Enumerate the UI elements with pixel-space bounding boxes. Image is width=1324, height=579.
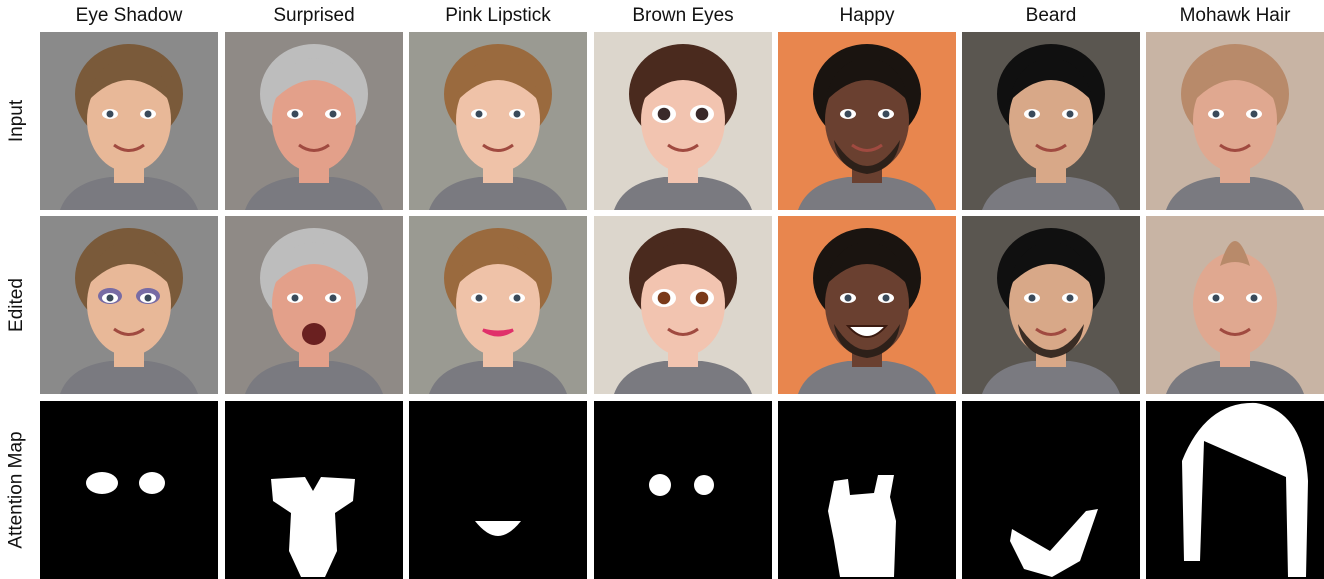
edited-image [962, 216, 1140, 394]
attention-image [962, 401, 1140, 579]
eye-iris [695, 107, 709, 121]
input-image [594, 32, 772, 210]
eye-iris [1028, 110, 1036, 118]
eye-iris [144, 110, 152, 118]
attention-image [225, 401, 403, 579]
eye-iris [106, 294, 114, 302]
face [1193, 252, 1277, 356]
eye-iris [1250, 294, 1258, 302]
input-picture [778, 32, 956, 210]
edited-picture [225, 216, 403, 394]
input-image [409, 32, 587, 210]
row-label: Edited [0, 216, 34, 394]
eye-iris [657, 291, 671, 305]
edited-picture [409, 216, 587, 394]
attention-region [694, 475, 714, 495]
eye-iris [657, 107, 671, 121]
eye-iris [1066, 294, 1074, 302]
eye-iris [291, 110, 299, 118]
attention-picture [1146, 401, 1324, 579]
eye-iris [475, 294, 483, 302]
eye-iris [695, 291, 709, 305]
attention-region [649, 474, 671, 496]
edited-image [1146, 216, 1324, 394]
eye-iris [475, 110, 483, 118]
edited-picture [40, 216, 218, 394]
input-picture [40, 32, 218, 210]
eye-iris [1212, 110, 1220, 118]
eye-iris [329, 110, 337, 118]
input-picture [962, 32, 1140, 210]
column-header: Surprised [273, 5, 355, 26]
attention-background [594, 401, 772, 579]
eye-iris [882, 110, 890, 118]
attention-picture [40, 401, 218, 579]
edited-picture [1146, 216, 1324, 394]
row-label-text: Input [6, 99, 28, 143]
eye-iris [844, 294, 852, 302]
edited-image [40, 216, 218, 394]
edited-image [778, 216, 956, 394]
row-label-text: Attention Map [6, 431, 27, 549]
input-image [962, 32, 1140, 210]
input-image [778, 32, 956, 210]
attention-picture [594, 401, 772, 579]
attention-picture [225, 401, 403, 579]
eye-iris [844, 110, 852, 118]
edited-picture [594, 216, 772, 394]
eye-iris [1250, 110, 1258, 118]
edited-picture [962, 216, 1140, 394]
eye-iris [144, 294, 152, 302]
eye-iris [1028, 294, 1036, 302]
input-picture [1146, 32, 1324, 210]
row-label: Input [0, 32, 34, 210]
column-header: Pink Lipstick [445, 5, 551, 26]
attention-picture [778, 401, 956, 579]
input-image [225, 32, 403, 210]
input-image [1146, 32, 1324, 210]
attention-background [40, 401, 218, 579]
edited-image [594, 216, 772, 394]
eye-iris [882, 294, 890, 302]
attention-image [1146, 401, 1324, 579]
edited-image [225, 216, 403, 394]
column-header: Mohawk Hair [1179, 5, 1291, 26]
eye-iris [1066, 110, 1074, 118]
attention-image [409, 401, 587, 579]
edited-image [409, 216, 587, 394]
row-label: Attention Map [0, 401, 34, 579]
column-header: Beard [1025, 5, 1077, 26]
row-label-text: Edited [6, 278, 27, 332]
input-picture [225, 32, 403, 210]
attention-image [594, 401, 772, 579]
input-picture [409, 32, 587, 210]
attention-background [409, 401, 587, 579]
input-picture [594, 32, 772, 210]
input-image [40, 32, 218, 210]
column-header: Brown Eyes [632, 5, 734, 26]
eye-iris [106, 110, 114, 118]
attention-image [40, 401, 218, 579]
eye-iris [291, 294, 299, 302]
eye-iris [1212, 294, 1220, 302]
attention-image [778, 401, 956, 579]
attention-picture [409, 401, 587, 579]
mouth [302, 323, 326, 345]
eye-iris [513, 294, 521, 302]
edited-picture [778, 216, 956, 394]
attention-region [139, 472, 165, 494]
eye-iris [329, 294, 337, 302]
eye-iris [513, 110, 521, 118]
attention-picture [962, 401, 1140, 579]
column-header: Happy [839, 5, 895, 26]
attention-region [86, 472, 118, 494]
column-header: Eye Shadow [75, 5, 183, 26]
